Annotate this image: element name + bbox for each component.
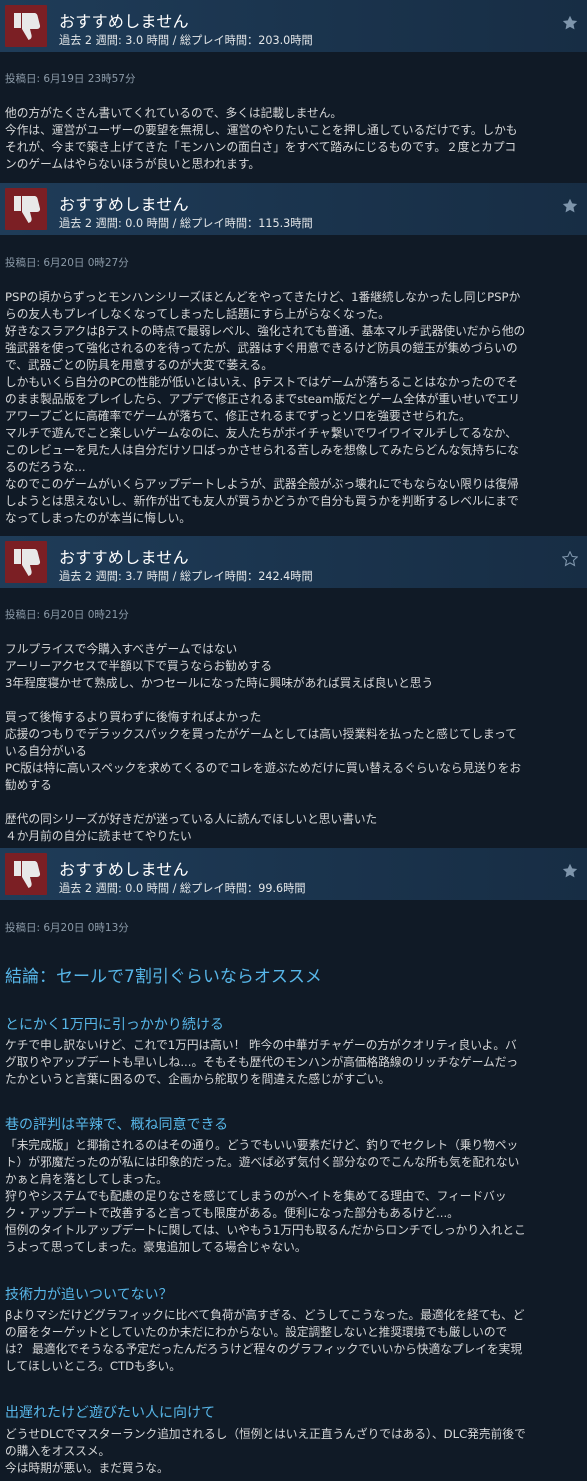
review-body: PSPの頃からずっとモンハンシリーズほとんどをやってきたけど、1番継続しなかった… (5, 290, 526, 525)
review-header: おすすめしません 過去 2 週間: 0.0 時間 / 総プレイ時間：115.3時… (0, 183, 587, 235)
section-title: 出遅れたけど遊びたい人に向けて (5, 1405, 215, 1421)
section-body: ケチで申し訳ないけど、これで1万円は高い！ 昨今の中華ガチャゲーの方がクオリティ… (5, 1038, 519, 1086)
star-icon[interactable] (562, 15, 578, 31)
star-icon[interactable] (562, 551, 578, 567)
review-heading: 結論：セールで7割引ぐらいならオススメ (5, 967, 322, 987)
review-body: 他の方がたくさん書いてくれているので、多くは記載しません。 今作は、運営がユーザ… (5, 106, 518, 171)
thumbs-down-icon (5, 853, 47, 895)
section-title: 技術力が追いついてない？ (5, 1287, 173, 1303)
recommendation-label: おすすめしません (59, 195, 189, 214)
section-title: とにかく1万円に引っかかり続ける (5, 1017, 224, 1033)
recommendation-label: おすすめしません (59, 860, 189, 879)
review-card: おすすめしません 過去 2 週間: 0.0 時間 / 総プレイ時間：99.6時間… (0, 848, 587, 1481)
section-body: βよりマシだけどグラフィックに比べて負荷が高すぎる、どうしてこうなった。最適化を… (5, 1308, 525, 1373)
review-body: フルプライスで今購入すべきゲームではない アーリーアクセスで半額以下で買うならお… (5, 642, 522, 843)
star-icon[interactable] (562, 198, 578, 214)
review-card: おすすめしません 過去 2 週間: 0.0 時間 / 総プレイ時間：115.3時… (0, 183, 587, 536)
section-title: 巷の評判は辛辣で、概ね同意できる (5, 1117, 229, 1133)
review-card: おすすめしません 過去 2 週間: 3.7 時間 / 総プレイ時間：242.4時… (0, 536, 587, 848)
review-header: おすすめしません 過去 2 週間: 3.0 時間 / 総プレイ時間：203.0時… (0, 0, 587, 52)
recommendation-label: おすすめしません (59, 548, 189, 567)
thumbs-down-icon (5, 188, 47, 230)
review-header: おすすめしません 過去 2 週間: 0.0 時間 / 総プレイ時間：99.6時間 (0, 848, 587, 900)
thumbs-down-icon (5, 5, 47, 47)
posted-date: 投稿日: 6月20日 0時13分 (5, 922, 129, 934)
posted-date: 投稿日: 6月20日 0時27分 (5, 257, 129, 269)
posted-date: 投稿日: 6月19日 23時57分 (5, 73, 136, 85)
posted-date: 投稿日: 6月20日 0時21分 (5, 609, 129, 621)
playtime-hours: 過去 2 週間: 3.7 時間 / 総プレイ時間：242.4時間 (59, 570, 313, 583)
playtime-hours: 過去 2 週間: 0.0 時間 / 総プレイ時間：115.3時間 (59, 217, 313, 230)
playtime-hours: 過去 2 週間: 0.0 時間 / 総プレイ時間：99.6時間 (59, 882, 306, 895)
review-header: おすすめしません 過去 2 週間: 3.7 時間 / 総プレイ時間：242.4時… (0, 536, 587, 588)
thumbs-down-icon (5, 541, 47, 583)
review-card: おすすめしません 過去 2 週間: 3.0 時間 / 総プレイ時間：203.0時… (0, 0, 587, 183)
section-body: どうせDLCでマスターランク追加されるし（恒例とはいえ正直うんざりではある）、D… (5, 1427, 526, 1475)
section-body: 「未完成版」と揶揄されるのはその通り。どうでもいい要素だけど、釣りでセクレト（乗… (5, 1138, 526, 1254)
star-icon[interactable] (562, 863, 578, 879)
playtime-hours: 過去 2 週間: 3.0 時間 / 総プレイ時間：203.0時間 (59, 34, 313, 47)
recommendation-label: おすすめしません (59, 12, 189, 31)
